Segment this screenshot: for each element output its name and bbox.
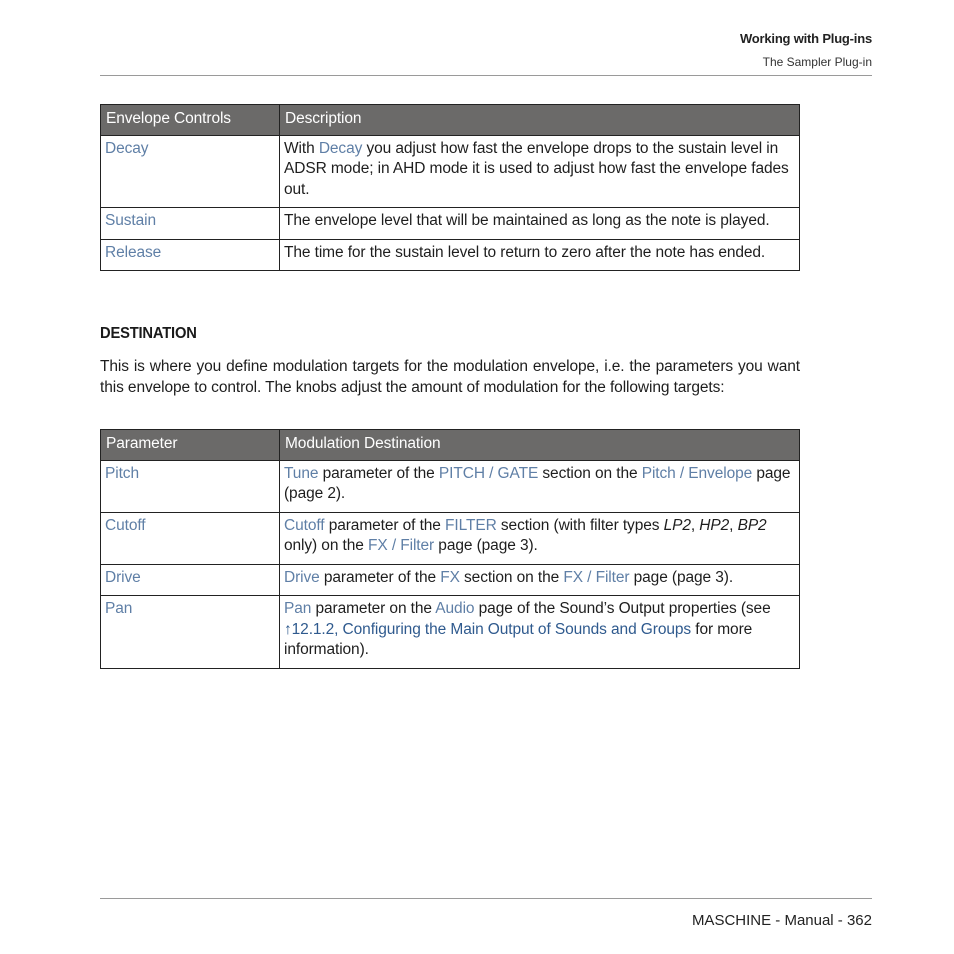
table-header-row: Parameter Modulation Destination xyxy=(100,429,800,461)
description-cell: Drive parameter of the FX section on the… xyxy=(279,563,800,596)
parameter-cell: Pan xyxy=(100,595,280,669)
column-header-modulation-destination: Modulation Destination xyxy=(279,429,800,461)
table-header-row: Envelope Controls Description xyxy=(100,104,800,136)
table-row: Release The time for the sustain level to… xyxy=(100,238,800,271)
column-header-envelope-controls: Envelope Controls xyxy=(100,104,280,136)
text-segment: The time for the sustain level to return… xyxy=(284,243,766,261)
filter-type: LP2 xyxy=(663,516,691,534)
parameter-link: FX / Filter xyxy=(368,537,435,554)
running-header-section: The Sampler Plug-in xyxy=(762,55,872,69)
section-heading-destination: DESTINATION xyxy=(100,325,197,342)
envelope-control-cell: Release xyxy=(100,238,280,271)
text-segment: parameter of the xyxy=(318,464,439,482)
modulation-destination-table: Parameter Modulation Destination Pitch Tu… xyxy=(100,429,800,669)
parameter-link: Pitch / Envelope xyxy=(641,464,753,482)
column-header-parameter: Parameter xyxy=(100,429,280,461)
parameter-cell: Pitch xyxy=(100,459,280,513)
text-segment: parameter of the xyxy=(324,516,446,534)
filter-type: BP2 xyxy=(737,516,767,534)
envelope-controls-table: Envelope Controls Description Decay With … xyxy=(100,104,800,271)
destination-paragraph: This is where you define modulation targ… xyxy=(100,358,800,396)
text-segment: section on the xyxy=(538,464,642,482)
column-header-description: Description xyxy=(279,104,800,136)
envelope-control-cell: Sustain xyxy=(100,207,280,240)
text-segment: page (page 3). xyxy=(434,537,538,554)
envelope-control-name: Decay xyxy=(105,139,149,157)
parameter-link: FILTER xyxy=(445,516,497,534)
text-segment: , xyxy=(729,516,738,534)
parameter-link: Tune xyxy=(284,464,319,482)
footer-divider xyxy=(100,898,872,899)
parameter-link: Drive xyxy=(284,568,320,586)
description-cell: With Decay you adjust how fast the envel… xyxy=(279,134,800,208)
text-segment: section (with filter types xyxy=(496,516,664,534)
parameter-cell: Cutoff xyxy=(100,511,280,565)
envelope-control-name: Release xyxy=(105,243,162,261)
parameter-link: FX xyxy=(440,568,460,586)
table-row: Cutoff Cutoff parameter of the FILTER sec… xyxy=(100,511,800,565)
table-row: Pan Pan parameter on the Audio page of th… xyxy=(100,595,800,669)
table-row: Sustain The envelope level that will be m… xyxy=(100,207,800,240)
description-cell: Pan parameter on the Audio page of the S… xyxy=(279,595,800,669)
cross-reference-link[interactable]: ↑12.1.2, Configuring the Main Output of … xyxy=(284,621,691,638)
text-segment: parameter of the xyxy=(319,568,441,586)
text-segment: page of the Sound’s Output properties (s… xyxy=(474,600,771,617)
description-cell: The envelope level that will be maintain… xyxy=(279,207,800,240)
table-row: Drive Drive parameter of the FX section o… xyxy=(100,563,800,596)
parameter-link: Decay xyxy=(318,139,363,157)
table-row: Decay With Decay you adjust how fast the … xyxy=(100,134,800,208)
text-segment: The envelope level that will be maintain… xyxy=(284,212,770,229)
description-cell: The time for the sustain level to return… xyxy=(279,238,800,271)
parameter-link: Pan xyxy=(284,600,312,617)
filter-type: HP2 xyxy=(699,516,730,534)
header-divider xyxy=(100,75,872,76)
description-cell: Tune parameter of the PITCH / GATE secti… xyxy=(279,459,800,513)
table-row: Pitch Tune parameter of the PITCH / GATE … xyxy=(100,459,800,513)
parameter-link: FX / Filter xyxy=(563,568,630,586)
parameter-name: Cutoff xyxy=(105,516,146,534)
envelope-control-name: Sustain xyxy=(105,212,156,229)
text-segment: With xyxy=(284,139,319,157)
text-segment: only) on the xyxy=(284,537,369,554)
envelope-control-cell: Decay xyxy=(100,134,280,208)
text-segment: page (page 3). xyxy=(629,568,734,586)
parameter-cell: Drive xyxy=(100,563,280,596)
text-segment: parameter on the xyxy=(311,600,436,617)
text-segment: section on the xyxy=(459,568,564,586)
running-header-chapter: Working with Plug-ins xyxy=(739,31,872,46)
parameter-link: PITCH / GATE xyxy=(438,464,539,482)
parameter-name: Pan xyxy=(105,600,133,617)
parameter-name: Pitch xyxy=(105,464,139,482)
description-cell: Cutoff parameter of the FILTER section (… xyxy=(279,511,800,565)
parameter-name: Drive xyxy=(105,568,141,586)
parameter-link: Audio xyxy=(435,600,475,617)
parameter-link: Cutoff xyxy=(284,516,325,534)
page-footer: MASCHINE - Manual - 362 xyxy=(691,912,872,929)
